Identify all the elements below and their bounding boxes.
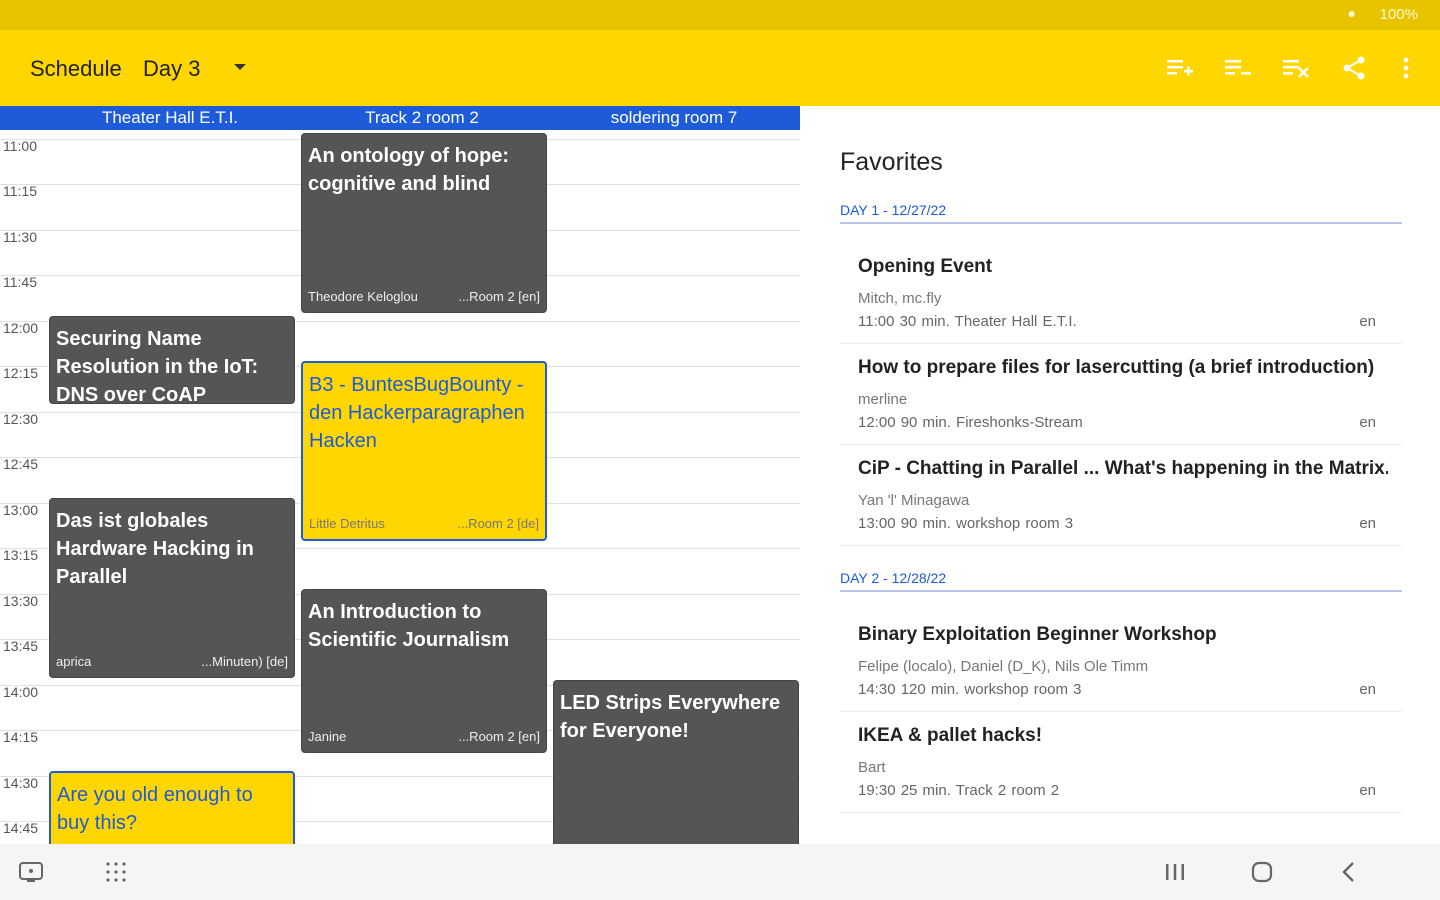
room-label: soldering room 7 bbox=[610, 108, 738, 127]
time-label: 13:00 bbox=[3, 502, 39, 518]
favorite-speakers: Felipe (localo), Daniel (D_K), Nils Ole … bbox=[858, 658, 1149, 675]
session-card[interactable]: Das ist globales Hardware Hacking in Par… bbox=[49, 498, 295, 678]
session-title: An Introduction to Scientific Journalism bbox=[308, 601, 510, 651]
session-room: ...Room 2 [en] bbox=[458, 729, 540, 744]
session-card-favorite[interactable]: B3 - BuntesBugBounty - den Hackerparagra… bbox=[301, 361, 547, 541]
time-label: 11:30 bbox=[3, 229, 37, 245]
favorite-title: Binary Exploitation Beginner Workshop bbox=[858, 624, 1217, 645]
favorites-panel: Favorites DAY 1 - 12/27/22 Opening Event… bbox=[800, 106, 1440, 844]
favorite-item[interactable]: How to prepare files for lasercutting (a… bbox=[840, 349, 1402, 445]
favorite-meta: 11:00 30 min. Theater Hall E.T.I. bbox=[858, 313, 1077, 330]
favorite-language: en bbox=[1359, 414, 1376, 431]
favorite-meta: 14:30 120 min. workshop room 3 bbox=[858, 681, 1082, 698]
session-title: Das ist globales Hardware Hacking in Par… bbox=[56, 510, 254, 588]
session-card-favorite[interactable]: Are you old enough to buy this? bbox=[49, 771, 295, 844]
time-label: 11:00 bbox=[3, 138, 37, 154]
session-room: ...Room 2 [de] bbox=[457, 516, 539, 531]
time-label: 14:15 bbox=[3, 729, 39, 745]
session-title: An ontology of hope: cognitive and blind bbox=[308, 145, 510, 195]
time-label: 14:45 bbox=[3, 820, 39, 836]
page-title: Schedule bbox=[30, 56, 122, 81]
favorite-meta: 13:00 90 min. workshop room 3 bbox=[858, 515, 1074, 532]
back-icon[interactable] bbox=[1334, 858, 1364, 886]
wifi-icon: ● bbox=[1347, 5, 1356, 21]
room-label: Theater Hall E.T.I. bbox=[101, 108, 239, 127]
session-title: B3 - BuntesBugBounty - den Hackerparagra… bbox=[309, 374, 525, 452]
room-label: Track 2 room 2 bbox=[365, 108, 479, 127]
session-title: Are you old enough to buy this? bbox=[57, 784, 253, 834]
time-label: 13:15 bbox=[3, 547, 39, 563]
favorite-language: en bbox=[1359, 515, 1376, 532]
favorite-speakers: Yan 'l' Minagawa bbox=[858, 492, 970, 509]
app-bar: Schedule Day 3 bbox=[0, 30, 1440, 106]
favorite-language: en bbox=[1359, 313, 1376, 330]
session-title: LED Strips Everywhere for Everyone! bbox=[560, 692, 781, 742]
session-speaker: Theodore Keloglou bbox=[308, 289, 418, 304]
favorites-title: Favorites bbox=[840, 148, 943, 176]
time-label: 12:45 bbox=[3, 456, 39, 472]
favorite-item[interactable]: IKEA & pallet hacks! Bart 19:30 25 min. … bbox=[840, 717, 1402, 813]
recent-apps-icon[interactable] bbox=[1160, 858, 1190, 886]
favorite-title: How to prepare files for lasercutting (a… bbox=[858, 357, 1375, 378]
favorite-item[interactable]: Binary Exploitation Beginner Workshop Fe… bbox=[840, 616, 1402, 712]
schedule-grid[interactable]: Theater Hall E.T.I. Track 2 room 2 solde… bbox=[0, 106, 800, 844]
day-header: DAY 1 - 12/27/22 bbox=[840, 202, 1402, 224]
time-label: 12:15 bbox=[3, 365, 39, 381]
time-label: 14:00 bbox=[3, 684, 39, 700]
more-options-icon[interactable] bbox=[1390, 52, 1422, 84]
favorite-item[interactable]: CiP - Chatting in Parallel ... What's ha… bbox=[840, 450, 1402, 546]
session-card[interactable]: Securing Name Resolution in the IoT: DNS… bbox=[49, 316, 295, 404]
time-label: 12:30 bbox=[3, 411, 39, 427]
favorite-item[interactable]: Opening Event Mitch, mc.fly 11:00 30 min… bbox=[840, 248, 1402, 344]
day-header: DAY 2 - 12/28/22 bbox=[840, 570, 1402, 592]
time-label: 13:30 bbox=[3, 593, 39, 609]
time-label: 11:45 bbox=[3, 274, 37, 290]
status-bar: ● 100% bbox=[0, 0, 1440, 30]
favorite-language: en bbox=[1359, 782, 1376, 799]
session-speaker: Janine bbox=[308, 729, 347, 744]
playlist-remove-icon[interactable] bbox=[1280, 52, 1312, 84]
session-room: ...Minuten) [de] bbox=[201, 654, 288, 669]
favorite-meta: 12:00 90 min. Fireshonks-Stream bbox=[858, 414, 1083, 431]
session-card[interactable]: LED Strips Everywhere for Everyone! bbox=[553, 680, 799, 844]
session-title: Securing Name Resolution in the IoT: DNS… bbox=[56, 328, 259, 404]
time-label: 14:30 bbox=[3, 775, 39, 791]
favorite-speakers: Bart bbox=[858, 759, 886, 776]
add-to-playlist-icon[interactable] bbox=[1164, 52, 1196, 84]
favorite-speakers: Mitch, mc.fly bbox=[858, 290, 942, 307]
favorite-title: IKEA & pallet hacks! bbox=[858, 725, 1043, 746]
share-icon[interactable] bbox=[1338, 52, 1370, 84]
chevron-down-icon[interactable] bbox=[234, 64, 246, 70]
keyboard-icon[interactable] bbox=[16, 858, 46, 886]
system-nav-bar bbox=[0, 844, 1440, 900]
favorite-title: Opening Event bbox=[858, 256, 993, 277]
favorite-language: en bbox=[1359, 681, 1376, 698]
session-speaker: aprica bbox=[56, 654, 92, 669]
session-card[interactable]: An ontology of hope: cognitive and blind… bbox=[301, 133, 547, 313]
favorite-meta: 19:30 25 min. Track 2 room 2 bbox=[858, 782, 1060, 799]
session-speaker: Little Detritus bbox=[309, 516, 385, 531]
playlist-check-icon[interactable] bbox=[1222, 52, 1254, 84]
room-header: Theater Hall E.T.I. Track 2 room 2 solde… bbox=[0, 106, 800, 130]
app-grid-icon[interactable] bbox=[101, 858, 131, 886]
time-label: 13:45 bbox=[3, 638, 39, 654]
favorite-speakers: merline bbox=[858, 391, 908, 408]
battery-level: 100% bbox=[1379, 6, 1418, 23]
day-selector[interactable]: Day 3 bbox=[143, 56, 200, 82]
session-card[interactable]: An Introduction to Scientific Journalism… bbox=[301, 589, 547, 753]
favorite-title: CiP - Chatting in Parallel ... What's ha… bbox=[858, 458, 1388, 479]
session-room: ...Room 2 [en] bbox=[458, 289, 540, 304]
time-label: 11:15 bbox=[3, 183, 37, 199]
time-label: 12:00 bbox=[3, 320, 39, 336]
home-icon[interactable] bbox=[1247, 858, 1277, 886]
